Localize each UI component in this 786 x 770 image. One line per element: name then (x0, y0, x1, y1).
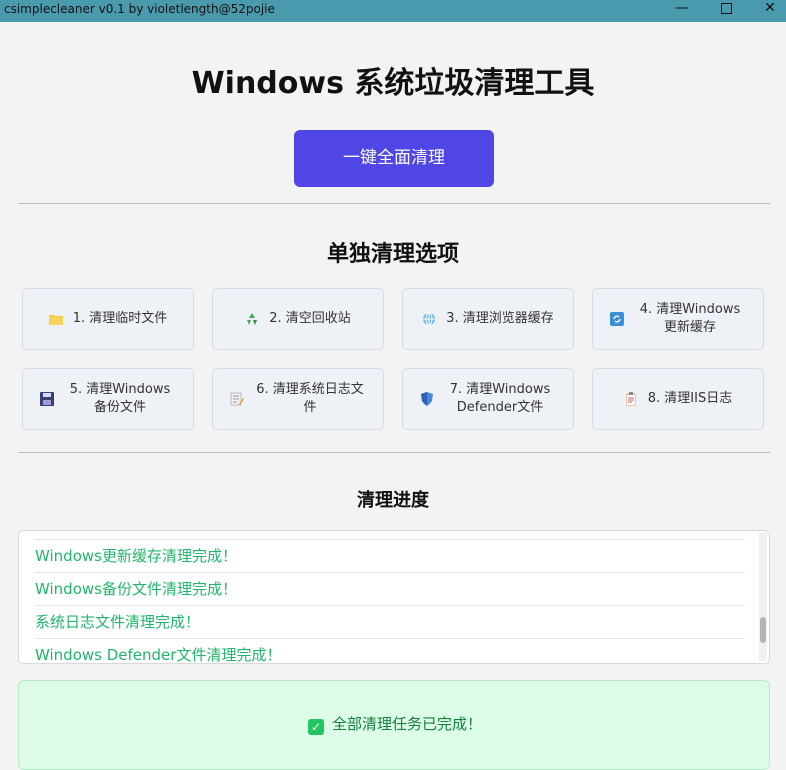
divider (18, 452, 770, 453)
maximize-button[interactable] (706, 0, 746, 18)
globe-icon (422, 312, 436, 326)
close-button[interactable]: ✕ (750, 0, 786, 18)
clean-temp-files-button[interactable]: 1. 清理临时文件 (22, 288, 194, 350)
options-section-title: 单独清理选项 (326, 242, 459, 267)
option-label: 4. 清理Windows更新缓存 (639, 302, 741, 335)
clean-windows-update-cache-button[interactable]: 4. 清理Windows更新缓存 (592, 288, 764, 350)
option-label: 6. 清理系统日志文件 (256, 382, 364, 415)
shield-icon (420, 392, 434, 406)
page-title: Windows 系统垃圾清理工具 (191, 66, 595, 101)
clean-windows-backup-button[interactable]: 5. 清理Windows备份文件 (22, 368, 194, 430)
recycle-icon (245, 312, 259, 326)
option-label: 7. 清理Windows Defender文件 (449, 382, 551, 415)
clean-iis-logs-button[interactable]: 8. 清理IIS日志 (592, 368, 764, 430)
clean-system-logs-button[interactable]: 6. 清理系统日志文件 (212, 368, 384, 430)
log-entry: 浏览器缓存清理完成！ (35, 531, 745, 540)
option-label: 3. 清理浏览器缓存 (446, 311, 554, 326)
log-entry: 系统日志文件清理完成！ (35, 606, 745, 639)
window-titlebar: csimplecleaner v0.1 by violetlength@52po… (0, 0, 786, 22)
log-list: 浏览器缓存清理完成！ Windows更新缓存清理完成！ Windows备份文件清… (35, 531, 745, 663)
maximize-icon (720, 3, 732, 14)
option-label: 2. 清空回收站 (269, 311, 351, 326)
clean-browser-cache-button[interactable]: 3. 清理浏览器缓存 (402, 288, 574, 350)
minimize-button[interactable]: — (662, 0, 702, 18)
window-title: csimplecleaner v0.1 by violetlength@52po… (4, 2, 275, 16)
log-scrollbar[interactable] (759, 533, 767, 661)
option-label: 5. 清理Windows备份文件 (69, 382, 171, 415)
log-entry: Windows更新缓存清理完成！ (35, 540, 745, 573)
divider (18, 203, 770, 204)
one-click-clean-button[interactable]: 一键全面清理 (294, 130, 494, 187)
floppy-disk-icon (40, 392, 54, 406)
progress-log[interactable]: 浏览器缓存清理完成！ Windows更新缓存清理完成！ Windows备份文件清… (18, 530, 770, 664)
check-mark-icon: ✓ (307, 719, 324, 735)
clipboard-icon (624, 392, 638, 406)
clean-windows-defender-button[interactable]: 7. 清理Windows Defender文件 (402, 368, 574, 430)
scrollbar-thumb[interactable] (760, 617, 766, 643)
completion-row: ✓ 全部清理任务已完成！ (19, 711, 771, 737)
memo-icon (230, 392, 244, 406)
update-icon (610, 312, 624, 326)
option-label: 1. 清理临时文件 (72, 311, 168, 326)
log-entry: Windows Defender文件清理完成！ (35, 639, 745, 663)
completion-banner: ✓ 全部清理任务已完成！ (18, 680, 770, 770)
empty-recycle-bin-button[interactable]: 2. 清空回收站 (212, 288, 384, 350)
folder-icon (48, 312, 63, 326)
option-label: 8. 清理IIS日志 (647, 391, 733, 406)
progress-section-title: 清理进度 (357, 490, 429, 511)
completion-message: 全部清理任务已完成！ (331, 715, 482, 733)
log-entry: Windows备份文件清理完成！ (35, 573, 745, 606)
